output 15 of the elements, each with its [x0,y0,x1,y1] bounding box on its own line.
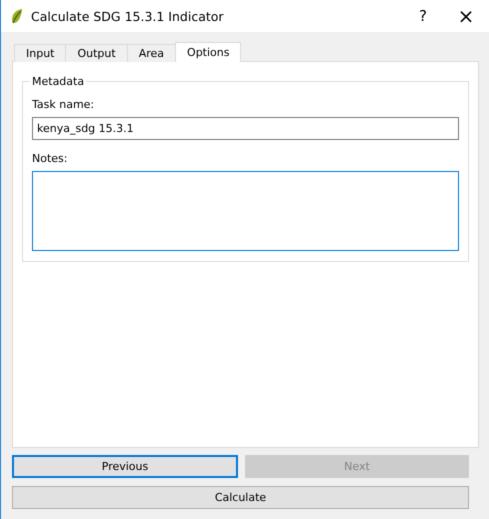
help-button[interactable]: ? [403,0,443,32]
tab[interactable]: Options [175,42,242,62]
notes-field[interactable] [32,171,459,251]
tab[interactable]: Area [126,44,176,62]
previous-button[interactable]: Previous [12,455,238,478]
close-button[interactable]: × [443,0,489,32]
group-title: Metadata [31,75,86,88]
field-label: Notes: [32,152,68,165]
field-label: Task name: [32,98,96,111]
leaf-icon [10,8,24,24]
task-name-field[interactable]: kenya_sdg 15.3.1 [32,117,459,140]
tab[interactable]: Input [14,44,66,62]
tab[interactable]: Output [65,44,128,62]
calculate-button[interactable]: Calculate [12,486,469,509]
window-title: Calculate SDG 15.3.1 Indicator [31,8,225,24]
